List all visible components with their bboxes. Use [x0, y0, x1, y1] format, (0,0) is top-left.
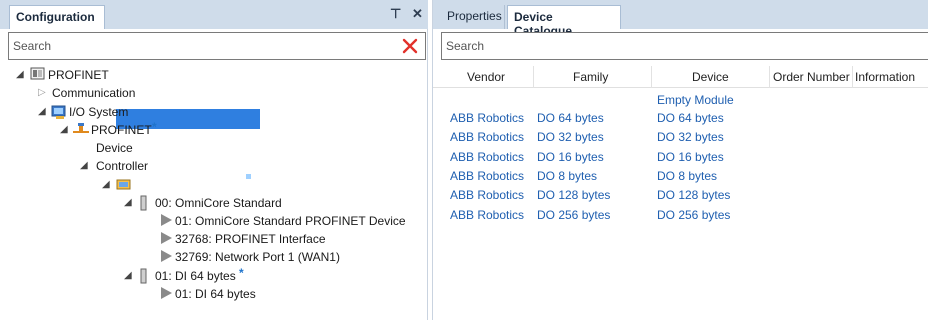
tree-node-label: 32768: PROFINET Interface	[175, 232, 326, 246]
expanded-arrow-icon[interactable]: ◢	[124, 267, 134, 285]
module-slot-icon	[140, 195, 147, 211]
cell-device: DO 16 bytes	[657, 150, 724, 164]
tree-node-label: Device	[96, 141, 133, 155]
configuration-search-input[interactable]	[9, 33, 425, 59]
tree-node-label: PROFINET	[48, 68, 109, 82]
expanded-arrow-icon[interactable]: ◢	[16, 66, 26, 84]
cell-family: DO 128 bytes	[537, 188, 611, 202]
cell-family: DO 256 bytes	[537, 208, 611, 222]
module-slot-icon	[140, 268, 147, 284]
cell-device: DO 128 bytes	[657, 188, 731, 202]
modified-marker: *	[239, 266, 244, 280]
catalogue-table-header: Vendor Family Device Order Number Inform…	[433, 66, 928, 88]
cell-vendor: ABB Robotics	[450, 111, 525, 125]
cell-family: DO 16 bytes	[537, 150, 604, 164]
collapsed-arrow-icon[interactable]: ▷	[38, 84, 48, 102]
column-divider[interactable]	[533, 66, 534, 88]
cell-vendor: ABB Robotics	[450, 188, 525, 202]
cell-device: DO 64 bytes	[657, 111, 724, 125]
submodule-icon	[161, 287, 172, 299]
submodule-icon	[161, 232, 172, 244]
configuration-panel: Configuration ⊤ ✕ ◢ PROFINET ▷ Communica…	[0, 0, 428, 320]
network-icon	[30, 67, 45, 80]
expanded-arrow-icon[interactable]: ◢	[60, 121, 70, 139]
cell-device: DO 256 bytes	[657, 208, 731, 222]
tree-node-label: 32769: Network Port 1 (WAN1)	[175, 250, 340, 264]
column-header-family[interactable]: Family	[573, 70, 608, 84]
expanded-arrow-icon[interactable]: ◢	[124, 194, 134, 212]
cell-device: DO 8 bytes	[657, 169, 718, 183]
io-system-icon	[51, 105, 66, 119]
submodule-icon	[161, 250, 172, 262]
cell-vendor: ABB Robotics	[450, 130, 525, 144]
configuration-search	[8, 32, 426, 60]
cell-device: Empty Module	[657, 93, 734, 107]
column-header-device[interactable]: Device	[692, 70, 729, 84]
controller-icon	[116, 179, 131, 190]
configuration-tabbar: Configuration ⊤ ✕	[0, 0, 428, 29]
catalogue-search	[441, 32, 928, 60]
expanded-arrow-icon[interactable]: ◢	[80, 157, 90, 175]
expanded-arrow-icon[interactable]: ◢	[38, 103, 48, 121]
profinet-network-icon	[73, 123, 89, 133]
pin-icon[interactable]: ⊤	[390, 6, 401, 22]
cell-family: DO 64 bytes	[537, 111, 604, 125]
tab-configuration[interactable]: Configuration	[9, 5, 105, 29]
modified-marker: *	[152, 120, 157, 134]
submodule-icon	[161, 214, 172, 226]
cell-family: DO 32 bytes	[537, 130, 604, 144]
tree-node-label: I/O System	[69, 105, 129, 119]
cell-vendor: ABB Robotics	[450, 208, 525, 222]
tree-node-label: 01: OmniCore Standard PROFINET Device	[175, 214, 406, 228]
close-icon[interactable]: ✕	[412, 6, 423, 22]
cell-device: DO 32 bytes	[657, 130, 724, 144]
tab-properties[interactable]: Properties	[441, 5, 505, 29]
column-header-information[interactable]: Information	[855, 70, 915, 84]
column-divider[interactable]	[852, 66, 853, 88]
catalogue-tabbar: Properties Device Catalogue	[433, 0, 928, 38]
cell-vendor: ABB Robotics	[450, 150, 525, 164]
tree-node-label: Communication	[52, 86, 136, 100]
tree-node-label: 01: DI 64 bytes	[175, 287, 256, 301]
clear-search-icon[interactable]	[401, 35, 419, 57]
tab-device-catalogue[interactable]: Device Catalogue	[507, 5, 621, 38]
status-marker-icon	[245, 173, 252, 180]
catalogue-panel: Properties Device Catalogue Vendor Famil…	[432, 0, 928, 320]
catalogue-search-input[interactable]	[442, 33, 928, 59]
cell-vendor: ABB Robotics	[450, 169, 525, 183]
tree-node-label: Controller	[96, 159, 149, 173]
expanded-arrow-icon[interactable]: ◢	[102, 176, 112, 194]
column-divider[interactable]	[769, 66, 770, 88]
tree-node-label: 00: OmniCore Standard	[155, 196, 282, 210]
column-divider[interactable]	[651, 66, 652, 88]
tree-node-label: OmniCore_Standard	[133, 178, 244, 192]
tree-node-label: PROFINET	[91, 123, 152, 137]
tree-node-label: 01: DI 64 bytes	[155, 269, 236, 283]
column-header-order-number[interactable]: Order Number	[773, 70, 850, 84]
column-header-vendor[interactable]: Vendor	[467, 70, 505, 84]
cell-family: DO 8 bytes	[537, 169, 598, 183]
